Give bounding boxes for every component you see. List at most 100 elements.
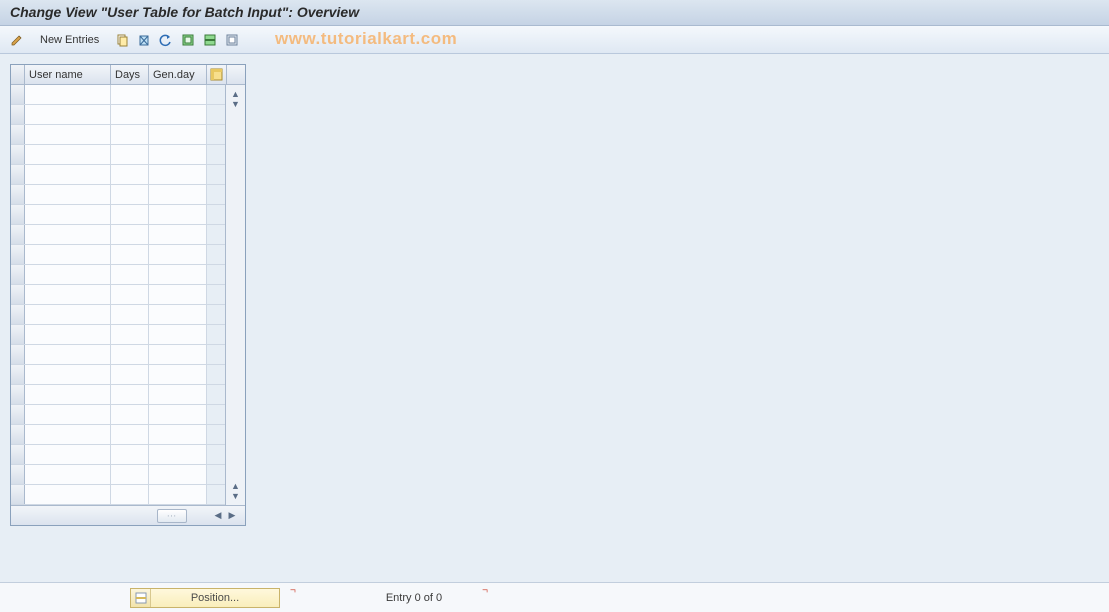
cell-genday[interactable]: [149, 205, 207, 224]
row-handle[interactable]: [11, 85, 25, 104]
row-handle[interactable]: [11, 445, 25, 464]
table-row[interactable]: [11, 325, 225, 345]
row-handle[interactable]: [11, 105, 25, 124]
select-block-icon[interactable]: [201, 31, 219, 49]
cell-days[interactable]: [111, 185, 149, 204]
cell-user[interactable]: [25, 265, 111, 284]
col-header-genday[interactable]: Gen.day: [149, 65, 207, 84]
scroll-up-page-icon[interactable]: ▲: [231, 481, 240, 491]
row-handle[interactable]: [11, 285, 25, 304]
cell-user[interactable]: [25, 325, 111, 344]
cell-genday[interactable]: [149, 305, 207, 324]
cell-genday[interactable]: [149, 465, 207, 484]
cell-days[interactable]: [111, 345, 149, 364]
scroll-down-page-icon[interactable]: ▼: [231, 99, 240, 109]
cell-genday[interactable]: [149, 365, 207, 384]
cell-days[interactable]: [111, 445, 149, 464]
row-handle[interactable]: [11, 245, 25, 264]
cell-user[interactable]: [25, 305, 111, 324]
new-entries-button[interactable]: New Entries: [34, 32, 105, 48]
table-row[interactable]: [11, 285, 225, 305]
row-handle[interactable]: [11, 405, 25, 424]
cell-user[interactable]: [25, 385, 111, 404]
row-handle[interactable]: [11, 125, 25, 144]
cell-genday[interactable]: [149, 485, 207, 504]
copy-icon[interactable]: [113, 31, 131, 49]
cell-days[interactable]: [111, 85, 149, 104]
cell-user[interactable]: [25, 365, 111, 384]
vertical-scrollbar[interactable]: ▲ ▼ ▲ ▼: [225, 85, 245, 505]
cell-user[interactable]: [25, 485, 111, 504]
cell-genday[interactable]: [149, 445, 207, 464]
row-handle[interactable]: [11, 325, 25, 344]
cell-days[interactable]: [111, 365, 149, 384]
cell-days[interactable]: [111, 205, 149, 224]
delete-icon[interactable]: [135, 31, 153, 49]
table-row[interactable]: [11, 225, 225, 245]
table-row[interactable]: [11, 125, 225, 145]
configure-columns-icon[interactable]: [207, 65, 227, 84]
cell-days[interactable]: [111, 125, 149, 144]
cell-genday[interactable]: [149, 185, 207, 204]
cell-days[interactable]: [111, 465, 149, 484]
table-row[interactable]: [11, 85, 225, 105]
cell-genday[interactable]: [149, 265, 207, 284]
deselect-all-icon[interactable]: [223, 31, 241, 49]
row-handle[interactable]: [11, 225, 25, 244]
cell-genday[interactable]: [149, 145, 207, 164]
cell-genday[interactable]: [149, 85, 207, 104]
cell-days[interactable]: [111, 385, 149, 404]
cell-days[interactable]: [111, 265, 149, 284]
cell-genday[interactable]: [149, 245, 207, 264]
cell-days[interactable]: [111, 225, 149, 244]
scroll-right-icon[interactable]: ▶: [225, 509, 239, 523]
cell-days[interactable]: [111, 145, 149, 164]
row-handle[interactable]: [11, 465, 25, 484]
table-row[interactable]: [11, 105, 225, 125]
cell-user[interactable]: [25, 425, 111, 444]
cell-genday[interactable]: [149, 225, 207, 244]
table-row[interactable]: [11, 165, 225, 185]
row-handle[interactable]: [11, 305, 25, 324]
cell-genday[interactable]: [149, 285, 207, 304]
column-config-button[interactable]: ∙∙∙: [157, 509, 187, 523]
toggle-edit-icon[interactable]: [8, 31, 26, 49]
table-row[interactable]: [11, 385, 225, 405]
cell-days[interactable]: [111, 405, 149, 424]
table-row[interactable]: [11, 425, 225, 445]
row-handle[interactable]: [11, 205, 25, 224]
cell-user[interactable]: [25, 185, 111, 204]
cell-user[interactable]: [25, 285, 111, 304]
cell-user[interactable]: [25, 345, 111, 364]
row-handle[interactable]: [11, 185, 25, 204]
col-header-days[interactable]: Days: [111, 65, 149, 84]
row-handle[interactable]: [11, 385, 25, 404]
cell-genday[interactable]: [149, 425, 207, 444]
cell-days[interactable]: [111, 245, 149, 264]
table-row[interactable]: [11, 265, 225, 285]
row-handle-header[interactable]: [11, 65, 25, 84]
table-row[interactable]: [11, 205, 225, 225]
table-row[interactable]: [11, 365, 225, 385]
table-row[interactable]: [11, 345, 225, 365]
cell-user[interactable]: [25, 405, 111, 424]
cell-user[interactable]: [25, 245, 111, 264]
cell-user[interactable]: [25, 205, 111, 224]
cell-genday[interactable]: [149, 405, 207, 424]
scroll-up-icon[interactable]: ▲: [231, 89, 240, 99]
cell-user[interactable]: [25, 105, 111, 124]
cell-genday[interactable]: [149, 385, 207, 404]
row-handle[interactable]: [11, 345, 25, 364]
position-button[interactable]: Position...: [130, 588, 280, 608]
cell-days[interactable]: [111, 105, 149, 124]
cell-genday[interactable]: [149, 125, 207, 144]
col-header-user[interactable]: User name: [25, 65, 111, 84]
table-row[interactable]: [11, 145, 225, 165]
row-handle[interactable]: [11, 165, 25, 184]
table-row[interactable]: [11, 485, 225, 505]
cell-genday[interactable]: [149, 165, 207, 184]
table-row[interactable]: [11, 245, 225, 265]
row-handle[interactable]: [11, 425, 25, 444]
cell-user[interactable]: [25, 225, 111, 244]
row-handle[interactable]: [11, 265, 25, 284]
